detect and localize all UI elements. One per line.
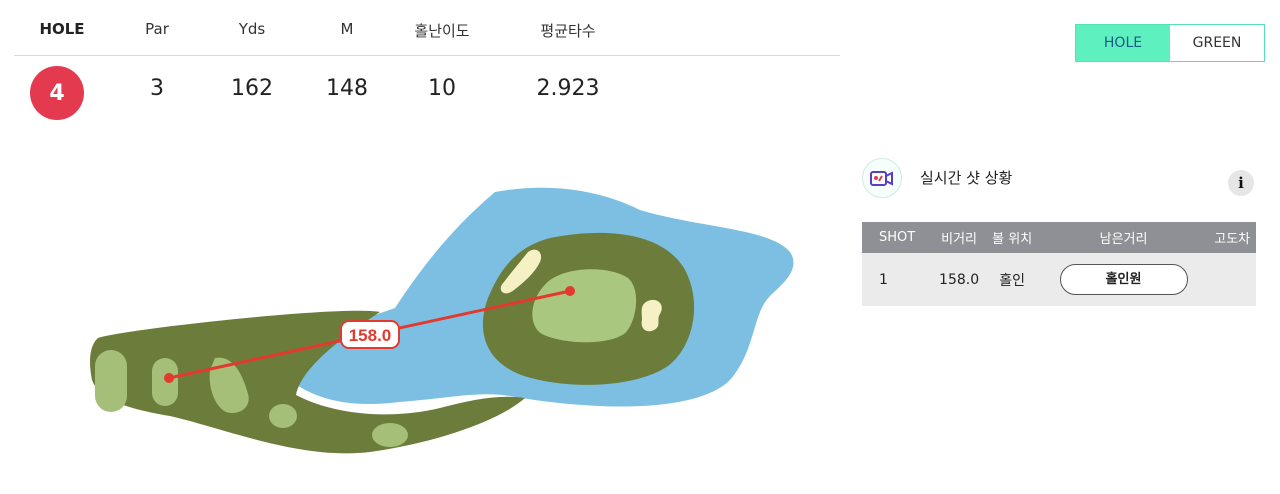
fairway-patch-4 xyxy=(269,404,297,428)
value-m: 148 xyxy=(326,76,368,101)
camera-icon xyxy=(862,158,902,198)
col-elevation: 고도차 xyxy=(1208,222,1256,253)
value-par: 3 xyxy=(150,76,164,101)
col-distance: 비거리 xyxy=(932,222,986,253)
header-hole: HOLE xyxy=(39,20,85,38)
col-shot: SHOT xyxy=(862,222,933,253)
header-yds: Yds xyxy=(238,20,266,38)
remaining-cell: 홀인원 xyxy=(1038,253,1209,306)
shot-table-header: SHOT 비거리 볼 위치 남은거리 고도차 xyxy=(862,222,1256,253)
view-toggle: HOLE GREEN xyxy=(1075,24,1265,62)
fairway-patch-5 xyxy=(372,423,408,447)
col-ball-position: 볼 위치 xyxy=(985,222,1039,253)
info-icon[interactable]: i xyxy=(1228,170,1254,196)
value-difficulty: 10 xyxy=(428,76,456,101)
toggle-hole-button[interactable]: HOLE xyxy=(1076,25,1170,61)
toggle-green-button[interactable]: GREEN xyxy=(1170,25,1264,61)
shot-number: 1 xyxy=(862,253,933,306)
value-yds: 162 xyxy=(231,76,273,101)
header-difficulty: 홀난이도 xyxy=(414,22,470,40)
elevation-diff xyxy=(1208,253,1256,306)
ball-position: 홀인 xyxy=(985,253,1039,306)
realtime-title: 실시간 샷 상황 xyxy=(920,169,1013,187)
tee-marker xyxy=(164,373,174,383)
realtime-header: 실시간 샷 상황 i xyxy=(862,158,1256,200)
hole-in-one-badge: 홀인원 xyxy=(1059,264,1188,295)
header-avg-score: 평균타수 xyxy=(540,22,596,40)
col-remaining: 남은거리 xyxy=(1038,222,1209,253)
table-row: 1 158.0 홀인 홀인원 xyxy=(862,253,1256,306)
shot-distance: 158.0 xyxy=(932,253,986,306)
fairway-patch-2 xyxy=(152,358,178,406)
value-avg-score: 2.923 xyxy=(536,76,600,101)
hole-stats: HOLE Par Yds M 홀난이도 평균타수 4 3 162 148 10 … xyxy=(14,0,840,126)
hole-number-badge: 4 xyxy=(30,66,84,120)
hole-map: 158.0 xyxy=(80,180,810,470)
stats-header-row: HOLE Par Yds M 홀난이도 평균타수 xyxy=(14,0,840,56)
fairway-patch-1 xyxy=(95,350,127,412)
header-par: Par xyxy=(145,20,169,38)
header-m: M xyxy=(340,20,354,38)
shot-distance-label: 158.0 xyxy=(349,326,392,345)
stats-value-row: 4 3 162 148 10 2.923 xyxy=(14,56,840,126)
shot-table: SHOT 비거리 볼 위치 남은거리 고도차 1 158.0 홀인 홀인원 xyxy=(862,222,1256,306)
pin-marker xyxy=(565,286,575,296)
